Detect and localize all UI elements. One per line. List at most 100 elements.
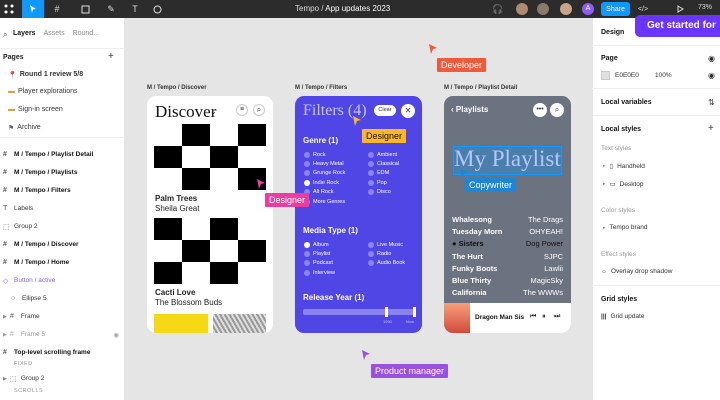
filter-option[interactable]: Heavy Metal	[304, 159, 345, 168]
now-playing-bar[interactable]: Dragon Man Sis ⏮ ⏸ ⏭	[444, 303, 571, 333]
style-item[interactable]: ||| Grid update	[601, 313, 644, 320]
radio-icon[interactable]	[368, 151, 374, 158]
filter-option[interactable]: Audio Book	[368, 259, 405, 268]
filter-option[interactable]: Podcast	[304, 259, 335, 268]
radio-icon[interactable]	[368, 241, 374, 248]
filter-option[interactable]: Playlist	[304, 249, 335, 258]
frame-tool-icon[interactable]: #	[48, 0, 66, 18]
add-page-icon[interactable]: +	[108, 51, 114, 62]
layer-item[interactable]: ○ Ellipse 5	[3, 293, 123, 304]
radio-checked-icon[interactable]	[304, 179, 310, 186]
radio-checked-icon[interactable]	[304, 241, 310, 248]
layer-item[interactable]: ▶ # Frame	[3, 311, 123, 322]
move-tool-icon[interactable]	[22, 0, 44, 18]
search-icon[interactable]: ⌕	[253, 104, 265, 116]
filter-option[interactable]: Alt Rock	[304, 188, 345, 197]
page-item[interactable]: ▬ Player explorations	[8, 86, 78, 97]
layer-item[interactable]: # Top-level scrolling frame	[3, 347, 123, 358]
radio-icon[interactable]	[304, 151, 310, 158]
album-art-checker[interactable]	[154, 124, 266, 190]
radio-icon[interactable]	[304, 269, 310, 276]
year-slider-handle[interactable]	[413, 307, 416, 317]
tab-design[interactable]: Design	[601, 29, 624, 36]
chevron-right-icon[interactable]: ▶	[3, 314, 7, 320]
layer-item[interactable]: ⬚ Group 2	[3, 221, 123, 232]
radio-icon[interactable]	[304, 260, 310, 267]
playlist-row[interactable]: California The WWWs	[452, 287, 563, 299]
chevron-right-icon[interactable]: ▶	[3, 376, 7, 382]
layer-item[interactable]: ◇ Button / active	[3, 275, 123, 286]
filter-option[interactable]: Live Music	[368, 240, 405, 249]
more-icon[interactable]: •••	[533, 103, 547, 117]
layer-item[interactable]: T Labels	[3, 203, 123, 214]
year-slider-track[interactable]	[303, 309, 415, 315]
style-item[interactable]: ▸ Tempo brand	[603, 224, 647, 231]
radio-icon[interactable]	[368, 179, 374, 186]
filter-option[interactable]: Classical	[368, 159, 399, 168]
album-art-checker[interactable]	[154, 218, 266, 284]
layer-item[interactable]: ▶ ⬚ Group 2	[3, 373, 123, 384]
layer-item[interactable]: # M / Tempo / Playlist Detail	[3, 149, 123, 160]
frame-label[interactable]: M / Tempo / Playlist Detail	[444, 85, 517, 91]
page-color-opacity[interactable]: 100%	[655, 72, 672, 79]
eye-icon[interactable]: ◉	[708, 71, 715, 80]
avatar[interactable]	[537, 3, 549, 15]
radio-icon[interactable]	[304, 170, 310, 177]
year-slider-handle[interactable]	[385, 307, 388, 317]
filter-option[interactable]: Indie Rock	[304, 178, 345, 187]
playlist-row[interactable]: Funky Boots Lawlii	[452, 262, 563, 274]
layer-item[interactable]: # M / Tempo / Home	[3, 257, 123, 268]
style-item[interactable]: ▸ ▭ Desktop	[603, 180, 644, 189]
filter-option[interactable]: Grunge Rock	[304, 169, 345, 178]
previous-icon[interactable]: ⏮	[530, 313, 536, 321]
filter-icon[interactable]: ≡	[236, 104, 248, 116]
playlist-row[interactable]: Blue Thirty MagicSky	[452, 274, 563, 286]
radio-icon[interactable]	[368, 251, 374, 258]
layer-item[interactable]: # M / Tempo / Filters	[3, 185, 123, 196]
search-icon[interactable]: ⌕	[3, 30, 7, 40]
radio-icon[interactable]	[368, 161, 374, 168]
filter-option[interactable]: EDM	[368, 169, 399, 178]
page-color-hex[interactable]: E0E0E0	[615, 72, 639, 79]
filter-option[interactable]: Album	[304, 240, 335, 249]
style-item[interactable]: ▸ ▯ Handheld	[603, 162, 645, 171]
radio-icon[interactable]	[304, 251, 310, 258]
layer-item[interactable]: ▶ # Frame 5 ◉	[3, 329, 123, 340]
avatar[interactable]: A	[582, 3, 594, 15]
zoom-level[interactable]: 73%	[698, 4, 712, 11]
avatar[interactable]	[560, 3, 572, 15]
pen-tool-icon[interactable]: ✎	[102, 0, 120, 18]
eye-icon[interactable]: ◉	[708, 54, 715, 63]
layer-item[interactable]: # M / Tempo / Discover	[3, 239, 123, 250]
comment-tool-icon[interactable]	[150, 0, 164, 18]
album-thumbnail[interactable]	[154, 314, 208, 333]
playlist-row[interactable]: ● Sisters Dog Power	[452, 238, 563, 250]
chevron-right-icon[interactable]: ▶	[3, 332, 7, 338]
filter-option[interactable]: Ambient	[368, 150, 399, 159]
headphones-icon[interactable]: 🎧	[491, 0, 505, 18]
local-variables-title[interactable]: Local variables	[601, 99, 652, 106]
tab-assets[interactable]: Assets	[44, 30, 65, 37]
shape-tool-icon[interactable]	[76, 0, 94, 18]
eye-hidden-icon[interactable]: ◉	[113, 331, 119, 339]
tab-current-page[interactable]: Round...	[73, 30, 99, 37]
add-style-icon[interactable]: +	[708, 123, 714, 134]
style-item[interactable]: ☼ Overlay drop shadow	[601, 268, 672, 275]
page-item[interactable]: ⚑ Archive	[8, 122, 41, 133]
filter-option[interactable]: Disco	[368, 188, 399, 197]
get-started-button[interactable]: Get started for	[635, 15, 720, 37]
file-title[interactable]: Tempo / App updates 2023	[295, 4, 390, 13]
text-tool-icon[interactable]: T	[128, 0, 142, 18]
radio-icon[interactable]	[368, 260, 374, 267]
chevron-down-icon[interactable]: ⌄	[210, 107, 217, 116]
radio-icon[interactable]	[368, 170, 374, 177]
playlist-frame[interactable]: ‹ Playlists ••• ⌕ My Playlist Whalesong T…	[444, 96, 571, 333]
search-icon[interactable]: ⌕	[550, 103, 564, 117]
pause-icon[interactable]: ⏸	[542, 313, 546, 321]
radio-icon[interactable]	[304, 161, 310, 168]
discover-frame[interactable]: Discover ⌄ ≡ ⌕ Palm Trees Sheila Great C…	[147, 96, 273, 333]
frame-label[interactable]: M / Tempo / Discover	[147, 85, 207, 91]
playlist-row[interactable]: Tuesday Morn OHYEAH!	[452, 225, 563, 237]
filter-option[interactable]: Interview	[304, 268, 335, 277]
page-item[interactable]: 📍 Round 1 review 5/8	[8, 69, 83, 80]
